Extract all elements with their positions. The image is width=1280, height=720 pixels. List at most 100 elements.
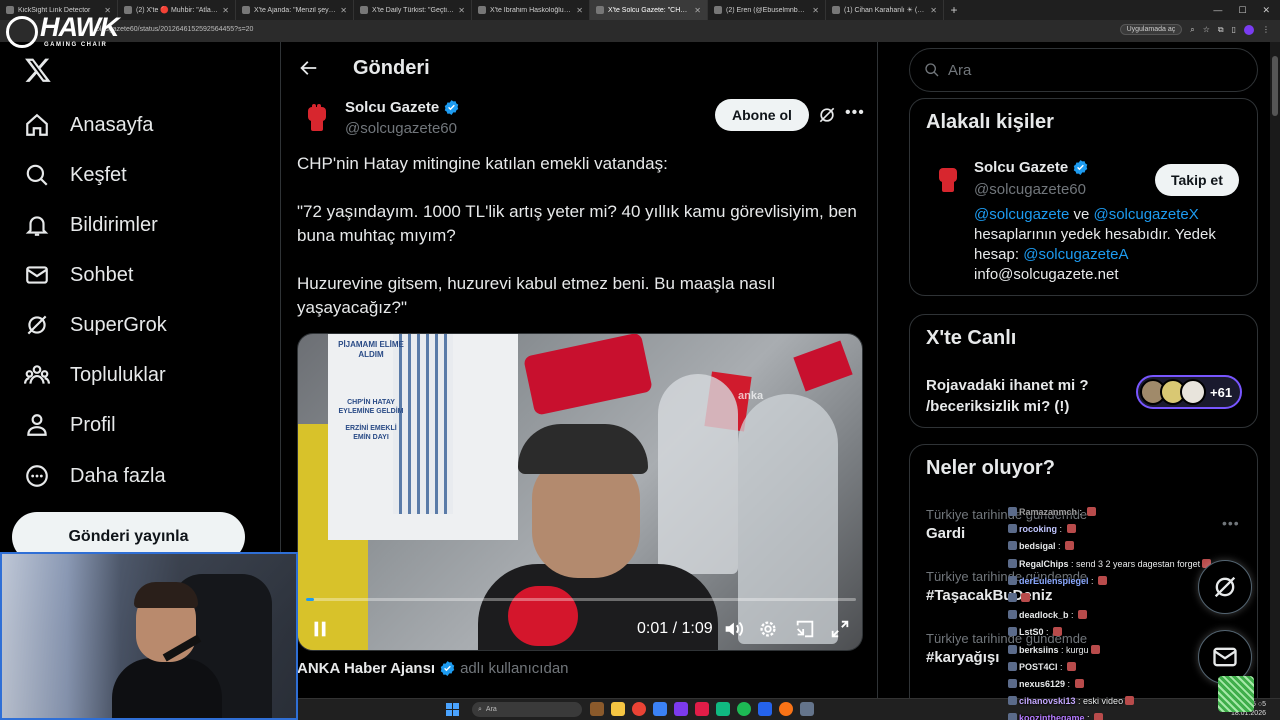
chat-message: LstS0 :: [1006, 624, 1226, 641]
video-player[interactable]: PİJAMAMI ELİME ALDIM CHP'İN HATAY EYLEMİ…: [297, 333, 863, 651]
tab-close-icon[interactable]: ✕: [930, 6, 937, 15]
app-icon[interactable]: [695, 702, 709, 716]
back-arrow-icon[interactable]: [297, 57, 319, 79]
app-icon[interactable]: [758, 702, 772, 716]
tab-close-icon[interactable]: ✕: [576, 6, 583, 15]
page-title: Gönderi: [353, 57, 430, 79]
folder-icon[interactable]: [611, 702, 625, 716]
bio-link[interactable]: @solcugazeteX: [1093, 206, 1198, 223]
minimize-icon[interactable]: —: [1213, 5, 1222, 16]
search-icon: [925, 63, 939, 77]
tab-close-icon[interactable]: ✕: [812, 6, 819, 15]
hawk-logo-overlay: HAWK GAMING CHAIR: [6, 10, 119, 50]
nav-item-supergrok[interactable]: SuperGrok: [24, 312, 167, 338]
picture-in-picture-icon[interactable]: [794, 618, 816, 640]
bio-link[interactable]: @solcugazete: [974, 206, 1069, 223]
home-icon: [26, 113, 48, 136]
chat-username: deadlock_b: [1019, 610, 1069, 621]
maximize-icon[interactable]: ☐: [1238, 5, 1246, 16]
browser-tab[interactable]: (1) Cihan Karahanlı ☀ (@karahan... ✕: [826, 0, 944, 20]
related-name[interactable]: Solcu Gazete: [974, 159, 1068, 176]
grok-fab[interactable]: [1198, 560, 1252, 614]
search-box[interactable]: [909, 48, 1258, 92]
live-space-title[interactable]: Rojavadaki ihanet mi ? /beceriksizlik mi…: [926, 375, 1116, 417]
profile-avatar[interactable]: [1244, 24, 1254, 35]
nav-item-anasayfa[interactable]: Anasayfa: [24, 112, 153, 138]
tab-close-icon[interactable]: ✕: [694, 6, 701, 15]
browser-tab[interactable]: (2) Eren (@Ebuselmnbelarus) / ... ✕: [708, 0, 826, 20]
app-icon[interactable]: [800, 702, 814, 716]
app-icon[interactable]: [653, 702, 667, 716]
tab-close-icon[interactable]: ✕: [340, 6, 347, 15]
windows-start-icon[interactable]: [446, 703, 459, 716]
follow-button[interactable]: Takip et: [1155, 164, 1239, 196]
browser-tab[interactable]: X'te Ajanda: "Menzil şeyhinin b... ✕: [236, 0, 354, 20]
search-icon: [26, 164, 48, 186]
new-tab-button[interactable]: +: [944, 3, 964, 17]
spotify-icon[interactable]: [737, 702, 751, 716]
app-icon[interactable]: [716, 702, 730, 716]
chat-message: berksiins : kurgu: [1006, 642, 1226, 659]
taskbar-search[interactable]: ⌕ Ara: [472, 702, 582, 717]
author-name-row[interactable]: Solcu Gazete: [345, 99, 460, 116]
tab-close-icon[interactable]: ✕: [222, 6, 229, 15]
app-icon[interactable]: [779, 702, 793, 716]
hawk-brand: HAWK: [40, 12, 119, 42]
fullscreen-icon[interactable]: [829, 618, 851, 640]
chat-badge-icon: [1008, 507, 1017, 516]
chrome-icon[interactable]: [632, 702, 646, 716]
chat-username: koozinthegame: [1019, 713, 1085, 720]
chat-message: [1006, 590, 1226, 607]
live-listeners[interactable]: +61: [1136, 375, 1242, 409]
bio-link[interactable]: @solcugazeteA: [1023, 246, 1128, 263]
open-in-app-button[interactable]: Uygulamada aç: [1119, 24, 1183, 35]
nav-item-topluluklar[interactable]: Topluluklar: [24, 362, 166, 388]
x-logo-icon[interactable]: [24, 56, 52, 84]
bookmark-star-icon[interactable]: ☆: [1203, 25, 1210, 34]
app-icon[interactable]: [674, 702, 688, 716]
close-window-icon[interactable]: ✕: [1262, 5, 1270, 16]
browser-tab[interactable]: (2) X'te 🔴 Muhbir: "Atlas'ın anne... ✕: [118, 0, 236, 20]
x-live-title: X'te Canlı: [926, 327, 1017, 349]
chat-badge-icon: [1008, 679, 1017, 689]
source-name[interactable]: ANKA Haber Ajansı: [297, 660, 435, 677]
settings-gear-icon[interactable]: [757, 618, 779, 640]
volume-icon[interactable]: [722, 618, 744, 640]
nav-item-label: Keşfet: [70, 163, 127, 186]
nav-item-profil[interactable]: Profil: [24, 412, 116, 438]
nav-item-keşfet[interactable]: Keşfet: [24, 162, 127, 188]
chat-username: RegalChips: [1019, 558, 1069, 569]
author-handle[interactable]: @solcugazete60: [345, 120, 457, 137]
search-input[interactable]: [948, 61, 1238, 79]
subscribe-button[interactable]: Abone ol: [715, 99, 809, 131]
scrollbar-thumb[interactable]: [1272, 56, 1278, 116]
video-progress-bar[interactable]: [306, 598, 856, 601]
url-field[interactable]: olcugazete60/status/2012646152592564455?…: [96, 26, 253, 33]
video-progress-fill: [306, 598, 315, 601]
browser-tab[interactable]: X'te İbrahim Haskoloğlu: "El Sa... ✕: [472, 0, 590, 20]
post-paragraph: CHP'nin Hatay mitingine katılan emekli v…: [297, 154, 668, 173]
browser-tab[interactable]: X'te Daily Türkist: "Geçtiğimiz a... ✕: [354, 0, 472, 20]
extensions-icon[interactable]: ⧉: [1218, 25, 1224, 35]
nav-item-bildirimler[interactable]: Bildirimler: [24, 212, 158, 238]
x-live-card[interactable]: X'te Canlı Rojavadaki ihanet mi ? /becer…: [909, 314, 1258, 428]
browser-tab[interactable]: X'te Solcu Gazete: "CHP'ni... ✕: [590, 0, 708, 20]
browser-menu-icon[interactable]: ⋮: [1262, 25, 1270, 34]
page-scrollbar[interactable]: [1270, 42, 1280, 720]
related-handle[interactable]: @solcugazete60: [974, 181, 1086, 198]
sign-text: ERZİNİ EMEKLİ EMİN DAYI: [345, 425, 397, 441]
more-options-icon[interactable]: •••: [845, 104, 865, 124]
related-avatar[interactable]: [928, 159, 968, 199]
taskbar-app-icon[interactable]: [590, 702, 604, 716]
sidebar-icon[interactable]: ▯: [1232, 25, 1236, 34]
nav-item-sohbet[interactable]: Sohbet: [24, 262, 133, 288]
nav-item-daha-fazla[interactable]: Daha fazla: [24, 463, 166, 489]
grok-icon[interactable]: [817, 105, 837, 125]
tab-close-icon[interactable]: ✕: [458, 6, 465, 15]
chat-badge-icon: [1008, 713, 1017, 720]
author-avatar[interactable]: [297, 98, 337, 138]
pause-icon[interactable]: [309, 618, 331, 640]
author-name[interactable]: Solcu Gazete: [345, 99, 439, 116]
zoom-icon[interactable]: ⌕: [1190, 25, 1194, 35]
related-name-row[interactable]: Solcu Gazete: [974, 159, 1089, 176]
